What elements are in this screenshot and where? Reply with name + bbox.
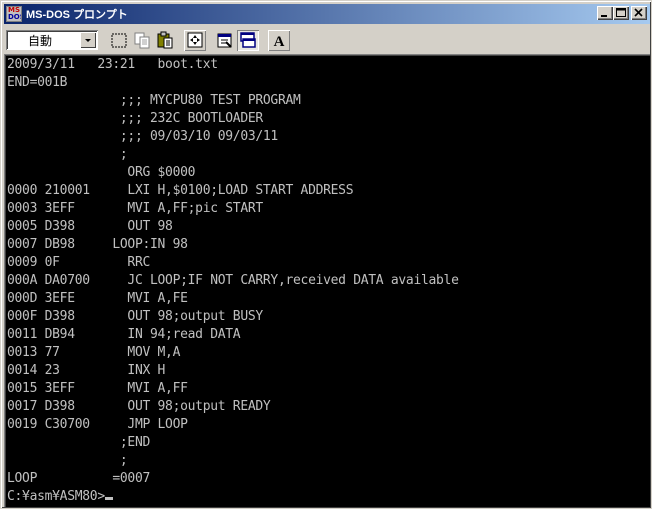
title-bar[interactable]: MSDOS MS-DOS プロンプト — [4, 4, 650, 24]
console-line: ;;; 09/03/10 09/03/11 — [119, 129, 278, 144]
background-icon — [240, 32, 256, 48]
console-line: 0017 D398 OUT 98;output READY — [7, 399, 271, 414]
console-line: ;;; MYCPU80 TEST PROGRAM — [119, 93, 301, 108]
svg-text:A: A — [274, 34, 285, 50]
font-button[interactable]: A — [268, 30, 290, 51]
maximize-button[interactable] — [613, 6, 629, 20]
console-line: ; — [119, 147, 128, 162]
console-output[interactable]: 2009/3/11 23:21 boot.txt END=001B ;;; MY… — [4, 54, 650, 507]
console-line: 0000 210001 LXI H,$0100;LOAD START ADDRE… — [7, 183, 354, 198]
console-line: 000D 3EFE MVI A,FE — [7, 291, 188, 306]
console-line: 0005 D398 OUT 98 — [7, 219, 173, 234]
close-icon — [634, 8, 643, 17]
close-button[interactable] — [631, 6, 647, 20]
chevron-down-icon — [85, 39, 91, 42]
minimize-button[interactable] — [597, 6, 613, 20]
console-line: 0011 DB94 IN 94;read DATA — [7, 327, 241, 342]
copy-button[interactable] — [131, 30, 153, 51]
console-line: LOOP =0007 — [7, 471, 151, 486]
fullscreen-button[interactable] — [184, 30, 206, 51]
console-text: 2009/3/11 23:21 boot.txt END=001B ;;; MY… — [7, 56, 459, 506]
console-line: 0013 77 MOV M,A — [7, 345, 181, 360]
console-line: 2009/3/11 23:21 boot.txt — [7, 57, 218, 72]
window-title: MS-DOS プロンプト — [26, 9, 128, 21]
console-line: 000A DA0700 JC LOOP;IF NOT CARRY,receive… — [7, 273, 459, 288]
console-line: 0019 C30700 JMP LOOP — [7, 417, 188, 432]
mark-button[interactable] — [108, 30, 130, 51]
font-icon: A — [274, 34, 285, 50]
console-line: ORG $0000 — [127, 165, 196, 180]
text-cursor — [104, 497, 113, 500]
font-size-select[interactable]: 自動 — [6, 30, 98, 50]
mark-icon — [111, 33, 127, 48]
msdos-window: MSDOS MS-DOS プロンプト 自動 — [0, 0, 652, 509]
maximize-icon — [616, 8, 626, 17]
copy-icon — [134, 32, 150, 49]
console-line: ; — [119, 453, 128, 468]
console-line: 0009 0F RRC — [7, 255, 151, 270]
dropdown-arrow-button[interactable] — [80, 32, 96, 48]
toolbar: 自動 A — [4, 27, 650, 53]
console-line: 0003 3EFF MVI A,FF;pic START — [7, 201, 263, 216]
fullscreen-icon — [187, 32, 203, 48]
console-line: 0015 3EFF MVI A,FF — [7, 381, 188, 396]
console-lines: 2009/3/11 23:21 boot.txt END=001B ;;; MY… — [7, 57, 459, 486]
window-controls — [597, 6, 647, 20]
console-line: ;;; 232C BOOTLOADER — [119, 111, 263, 126]
paste-icon — [157, 31, 173, 49]
paste-button[interactable] — [154, 30, 176, 51]
command-prompt: C:¥asm¥ASM80> — [7, 489, 105, 504]
console-line: END=001B — [7, 75, 68, 90]
background-button[interactable] — [237, 30, 259, 51]
console-line: ;END — [119, 435, 151, 450]
console-line: 0007 DB98 LOOP:IN 98 — [7, 237, 188, 252]
ms-dos-icon[interactable]: MSDOS — [6, 6, 22, 22]
properties-icon — [217, 33, 232, 48]
properties-button[interactable] — [214, 30, 236, 51]
font-size-value: 自動 — [28, 33, 53, 48]
minimize-icon — [601, 15, 607, 17]
console-line: 0014 23 INX H — [7, 363, 166, 378]
console-line: 000F D398 OUT 98;output BUSY — [7, 309, 263, 324]
